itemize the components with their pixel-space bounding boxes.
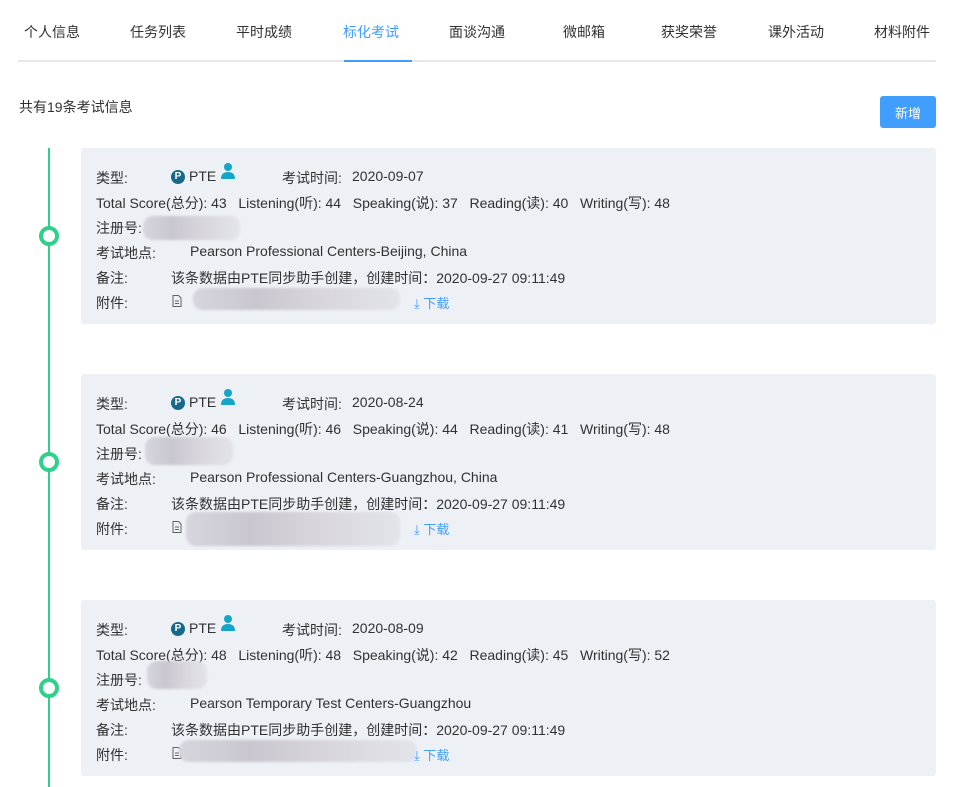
- location-label: 考试地点:: [96, 245, 156, 261]
- exam-record-card: 类型: P PTE 考试时间: 2020-08-09 Total Score(总…: [81, 600, 936, 776]
- exam-type: PTE: [189, 394, 217, 410]
- person-icon: [221, 163, 235, 179]
- download-icon: ⤓: [414, 296, 420, 311]
- exam-time-value: 2020-08-24: [352, 394, 424, 410]
- type-label: 类型:: [96, 170, 128, 186]
- download-link[interactable]: ⤓ 下载: [414, 519, 449, 538]
- redacted-file-name[interactable]: [179, 740, 417, 762]
- type-label: 类型:: [96, 396, 128, 412]
- redacted-reg-no: [145, 437, 233, 465]
- redacted-file-name[interactable]: [193, 288, 400, 310]
- redacted-reg-no: [147, 661, 207, 689]
- tab-awards[interactable]: 获奖荣誉: [661, 22, 717, 42]
- location-label: 考试地点:: [96, 471, 156, 487]
- tab-micro-mail[interactable]: 微邮箱: [563, 22, 605, 42]
- attachment-label: 附件:: [96, 747, 128, 763]
- location-label: 考试地点:: [96, 697, 156, 713]
- attachment-label: 附件:: [96, 295, 128, 311]
- timeline-dot: [39, 678, 59, 698]
- type-row: 类型:: [96, 168, 128, 188]
- type-row: 类型:: [96, 394, 128, 414]
- remark-label: 备注:: [96, 722, 128, 738]
- exam-time-label: 考试时间:: [282, 396, 342, 412]
- download-link[interactable]: ⤓ 下载: [414, 745, 449, 764]
- location-value: Pearson Professional Centers-Beijing, Ch…: [190, 243, 468, 259]
- score-row: Total Score(总分): 43 Listening(听): 44 Spe…: [96, 195, 670, 211]
- score-row: Total Score(总分): 46 Listening(听): 46 Spe…: [96, 421, 670, 437]
- exam-record-card: 类型: P PTE 考试时间: 2020-09-07 Total Score(总…: [81, 148, 936, 324]
- exam-time-label: 考试时间:: [282, 622, 342, 638]
- tab-task-list[interactable]: 任务列表: [130, 22, 186, 42]
- pte-logo-icon: P: [171, 396, 185, 410]
- person-icon: [221, 389, 235, 405]
- timeline-dot: [39, 452, 59, 472]
- remark-value: 该条数据由PTE同步助手创建，创建时间：2020-09-27 09:11:49: [171, 722, 566, 738]
- pte-logo-icon: P: [171, 622, 185, 636]
- type-row: 类型:: [96, 620, 128, 640]
- download-link[interactable]: ⤓ 下载: [414, 293, 449, 312]
- tab-extracurricular[interactable]: 课外活动: [768, 22, 824, 42]
- attachment-label: 附件:: [96, 521, 128, 537]
- add-button[interactable]: 新增: [880, 96, 936, 128]
- pte-logo-icon: P: [171, 170, 185, 184]
- type-label: 类型:: [96, 622, 128, 638]
- exam-time-value: 2020-08-09: [352, 620, 424, 636]
- remark-label: 备注:: [96, 270, 128, 286]
- person-icon: [221, 615, 235, 631]
- redacted-reg-no: [143, 216, 240, 240]
- reg-no-label: 注册号:: [96, 446, 142, 462]
- record-count: 共有19条考试信息: [19, 99, 133, 115]
- remark-value: 该条数据由PTE同步助手创建，创建时间：2020-09-27 09:11:49: [171, 496, 566, 512]
- timeline-dot: [39, 226, 59, 246]
- exam-time-value: 2020-09-07: [352, 168, 424, 184]
- file-icon: [172, 521, 182, 533]
- tab-standardized-exams[interactable]: 标化考试: [343, 22, 399, 42]
- exam-type: PTE: [189, 168, 217, 184]
- remark-value: 该条数据由PTE同步助手创建，创建时间：2020-09-27 09:11:49: [171, 270, 566, 286]
- location-value: Pearson Temporary Test Centers-Guangzhou: [190, 695, 472, 711]
- download-icon: ⤓: [414, 522, 420, 537]
- download-icon: ⤓: [414, 748, 420, 763]
- remark-label: 备注:: [96, 496, 128, 512]
- redacted-file-name[interactable]: [186, 512, 400, 546]
- active-tab-indicator: [344, 60, 412, 62]
- file-icon: [172, 295, 182, 307]
- tab-bar: 个人信息 任务列表 平时成绩 标化考试 面谈沟通 微邮箱 获奖荣誉 课外活动 材…: [18, 0, 936, 62]
- exam-type: PTE: [189, 620, 217, 636]
- tab-attachments[interactable]: 材料附件: [874, 22, 930, 42]
- tab-daily-grades[interactable]: 平时成绩: [236, 22, 292, 42]
- exam-record-card: 类型: P PTE 考试时间: 2020-08-24 Total Score(总…: [81, 374, 936, 550]
- reg-no-label: 注册号:: [96, 672, 142, 688]
- location-value: Pearson Professional Centers-Guangzhou, …: [190, 469, 498, 485]
- tab-personal-info[interactable]: 个人信息: [24, 22, 80, 42]
- reg-no-label: 注册号:: [96, 220, 142, 236]
- tab-interviews[interactable]: 面谈沟通: [449, 22, 505, 42]
- exam-time-label: 考试时间:: [282, 170, 342, 186]
